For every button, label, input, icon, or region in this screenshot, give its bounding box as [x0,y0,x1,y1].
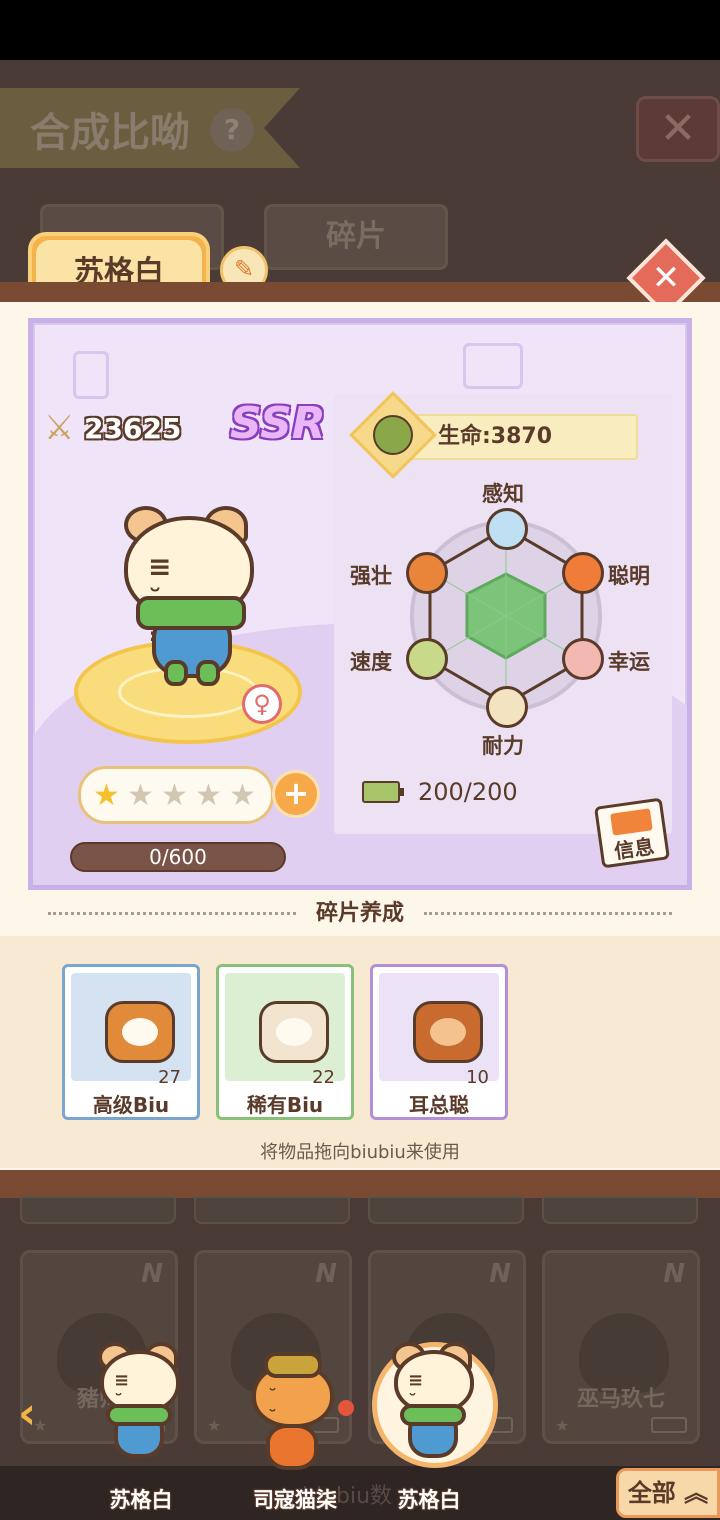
info-button[interactable]: 信息 [594,797,670,869]
rarity-n-icon: N [315,1259,337,1289]
rarity-n-icon: N [141,1259,163,1289]
combat-power-value: 23625 [84,411,182,445]
fragment-count: 27 [158,1067,181,1088]
stat-label-strength: 强壮 [350,564,392,588]
pencil-icon: ✎ [233,255,255,283]
cat-face [430,1018,466,1046]
cat-foot [164,660,188,686]
ox-icon [486,686,528,728]
star-icon-empty: ★ [195,777,222,813]
section-title: 碎片养成 [0,896,720,932]
star-rating: ★ ★ ★ ★ ★ [78,766,274,824]
fragment-item[interactable]: 22 稀有Biu [216,964,354,1120]
rarity-badge: SSR [230,398,326,449]
character-name: 司寇猫柒 [253,1488,337,1512]
cat-eyes: ˘ ˘ [268,1386,277,1428]
info-label: 信息 [612,834,656,864]
cat-body [266,1424,318,1470]
stat-label-smart: 聪明 [608,564,650,588]
filter-label: 全部 [627,1479,676,1507]
background-title: 合成比呦 [30,110,190,156]
help-icon: ? [210,108,254,152]
fragment-label: 耳总聪 [409,1093,469,1117]
background-card-stub [194,1196,350,1224]
battery-icon [362,781,404,803]
star-icon-empty: ★ [161,777,188,813]
doodle-paper-icon [73,351,109,399]
background-card-stub [542,1196,698,1224]
new-dot-icon [338,1400,354,1416]
stat-label-luck: 幸运 [608,650,650,674]
star-icon-filled: ★ [93,777,120,813]
combat-power: ⚔ 23625 [44,408,181,448]
background-card: N 巫马玖七 ★ [542,1250,700,1444]
background-close-icon: ✕ [636,96,720,162]
background-card-stub [368,1196,524,1224]
energy-value: 200/200 [418,778,518,806]
puzzle-piece-icon [105,1001,175,1063]
star-icon: ★ [555,1416,570,1435]
monkey-icon [562,552,604,594]
stat-label-perception: 感知 [482,482,524,506]
background-card-stub [20,1196,176,1224]
filter-all-button[interactable]: 全部 ︽ [616,1468,720,1518]
drag-hint: 将物品拖向biubiu来使用 [260,1142,460,1163]
exp-progress-bar: 0/600 [70,842,286,872]
character-name: 苏格白 [397,1488,461,1512]
character-slot-selected[interactable]: ≡ ˘ ≡ 苏格白 [354,1336,504,1512]
chevron-left-icon[interactable]: ‹ [18,1392,58,1436]
cat-foot [196,660,220,686]
fragment-count: 22 [312,1067,335,1088]
horse-icon [562,638,604,680]
battery-icon [651,1417,687,1433]
background-card-name: 巫马玖七 [576,1387,665,1412]
stat-label-endurance: 耐力 [482,734,524,758]
rarity-n-icon: N [489,1259,511,1289]
fragment-item[interactable]: 10 耳总聪 [370,964,508,1120]
rarity-n-icon: N [663,1259,685,1289]
life-value: 生命:3870 [400,414,638,460]
cheetah-icon [406,638,448,680]
character-slot[interactable]: ˘ ˘ 司寇猫柒 [220,1336,370,1512]
star-icon-empty: ★ [127,777,154,813]
female-icon: ♀ [242,684,282,724]
puzzle-piece-icon [259,1001,329,1063]
fragment-item[interactable]: 27 高级Biu [62,964,200,1120]
turtle-shell [373,415,413,455]
fragment-label: 高级Biu [92,1093,170,1117]
fragment-label: 稀有Biu [246,1093,324,1117]
puzzle-piece-icon [413,1001,483,1063]
status-bar [0,0,720,60]
cat-hat [264,1352,322,1378]
star-icon-empty: ★ [229,777,256,813]
cat-scarf [106,1404,172,1426]
doodle-paper-icon [463,343,523,389]
energy: 200/200 [362,778,518,806]
cat-scarf [136,596,246,630]
star-up-button[interactable]: + [272,770,320,818]
fragment-slot: 27 [71,973,191,1088]
cat-face [276,1018,312,1046]
eagle-icon [486,508,528,550]
section-title-text: 碎片养成 [315,901,404,926]
cat-face [122,1018,158,1046]
stat-label-speed: 速度 [350,650,392,674]
background-strip [0,1170,720,1198]
bear-icon [406,552,448,594]
close-icon: ✕ [651,258,681,298]
calendar-icon [610,808,653,836]
cat-scarf [400,1404,466,1426]
fragment-slot: 10 [379,973,499,1088]
character-slot[interactable]: ≡ ˘ ≡ 苏格白 [66,1336,216,1512]
modal-top-border [0,282,720,302]
crossed-swords-icon: ⚔ [44,408,75,448]
fragment-count: 10 [466,1067,489,1088]
fragment-slot: 22 [225,973,345,1088]
background-tab-fragments: 碎片 [264,204,448,270]
character-name: 苏格白 [109,1488,173,1512]
